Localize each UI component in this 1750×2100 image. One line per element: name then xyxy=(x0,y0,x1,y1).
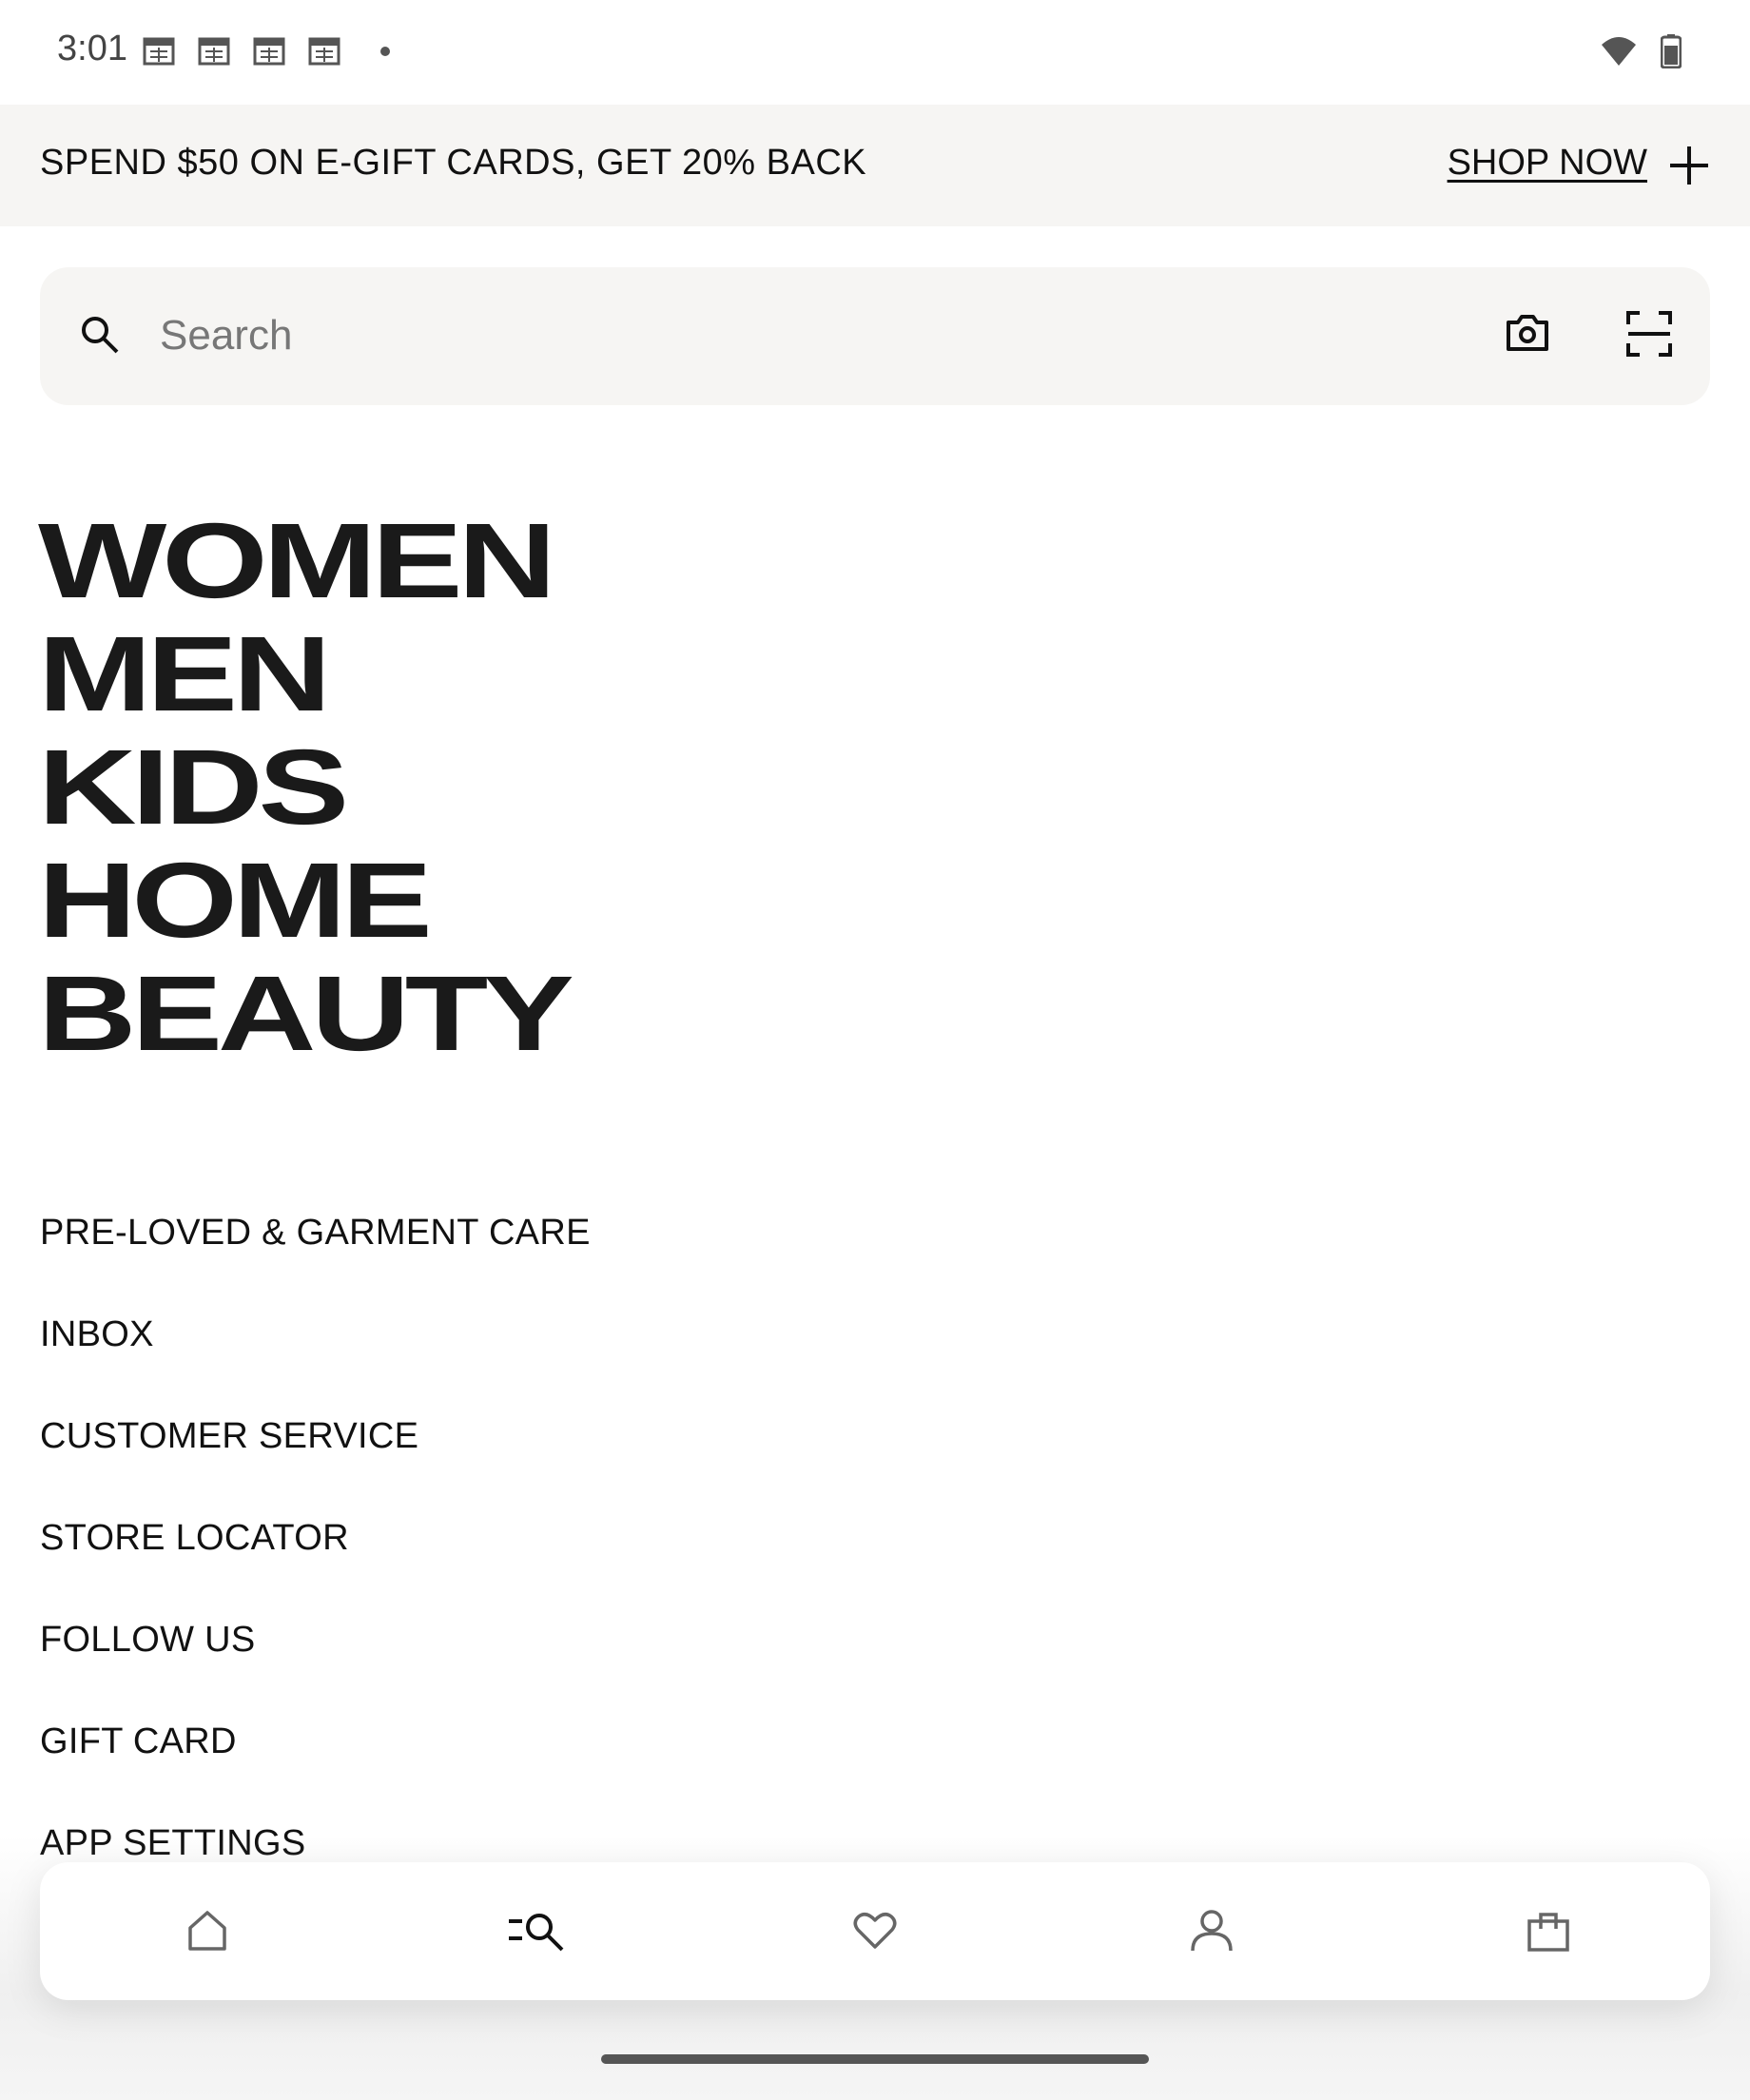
calendar-icon xyxy=(143,37,175,66)
nav-favorites-button[interactable] xyxy=(845,1900,905,1961)
menu-item-store-locator[interactable]: STORE LOCATOR xyxy=(40,1508,591,1610)
menu-item-gift-card[interactable]: GIFT CARD xyxy=(40,1712,591,1814)
category-men[interactable]: MEN xyxy=(38,617,570,730)
menu-item-pre-loved[interactable]: PRE-LOVED & GARMENT CARE xyxy=(40,1203,591,1305)
category-kids[interactable]: KIDS xyxy=(38,730,570,844)
wifi-icon xyxy=(1602,37,1636,66)
scan-icon[interactable] xyxy=(1626,311,1672,357)
nav-bag-button[interactable] xyxy=(1518,1900,1579,1961)
menu-search-icon xyxy=(509,1914,564,1952)
battery-icon xyxy=(1661,34,1682,68)
nav-account-button[interactable] xyxy=(1181,1900,1242,1961)
account-icon xyxy=(1191,1910,1233,1952)
search-input[interactable] xyxy=(160,305,1396,366)
promo-banner[interactable]: SPEND $50 ON E-GIFT CARDS, GET 20% BACK … xyxy=(0,105,1750,226)
search-icon xyxy=(82,317,119,354)
category-women[interactable]: WOMEN xyxy=(38,504,570,617)
status-bar: 3:01 xyxy=(0,0,1750,105)
status-time: 3:01 xyxy=(57,29,127,68)
category-home[interactable]: HOME xyxy=(38,844,570,957)
nav-home-button[interactable] xyxy=(177,1900,238,1961)
home-indicator[interactable] xyxy=(601,2054,1149,2064)
calendar-icon xyxy=(198,37,230,66)
menu-item-follow-us[interactable]: FOLLOW US xyxy=(40,1610,591,1712)
home-icon xyxy=(188,1911,226,1951)
calendar-icon xyxy=(308,37,340,66)
promo-text: SPEND $50 ON E-GIFT CARDS, GET 20% BACK xyxy=(40,143,867,183)
category-beauty[interactable]: BEAUTY xyxy=(38,957,574,1070)
heart-icon xyxy=(853,1913,897,1949)
category-list: WOMEN MEN KIDS HOME BEAUTY xyxy=(38,504,574,1070)
secondary-menu: PRE-LOVED & GARMENT CARE INBOX CUSTOMER … xyxy=(40,1203,591,1915)
calendar-icon xyxy=(253,37,285,66)
plus-icon[interactable] xyxy=(1668,145,1710,186)
camera-icon[interactable] xyxy=(1505,313,1550,353)
search-bar[interactable] xyxy=(40,267,1710,405)
system-icons xyxy=(1600,34,1682,68)
menu-item-inbox[interactable]: INBOX xyxy=(40,1305,591,1407)
bottom-nav xyxy=(40,1862,1710,2000)
bag-icon xyxy=(1527,1913,1569,1952)
menu-item-customer-service[interactable]: CUSTOMER SERVICE xyxy=(40,1407,591,1508)
notification-icons xyxy=(143,36,390,67)
dot-icon xyxy=(380,47,390,56)
shop-now-link[interactable]: SHOP NOW xyxy=(1448,143,1647,184)
nav-menu-search-button[interactable] xyxy=(506,1900,567,1961)
